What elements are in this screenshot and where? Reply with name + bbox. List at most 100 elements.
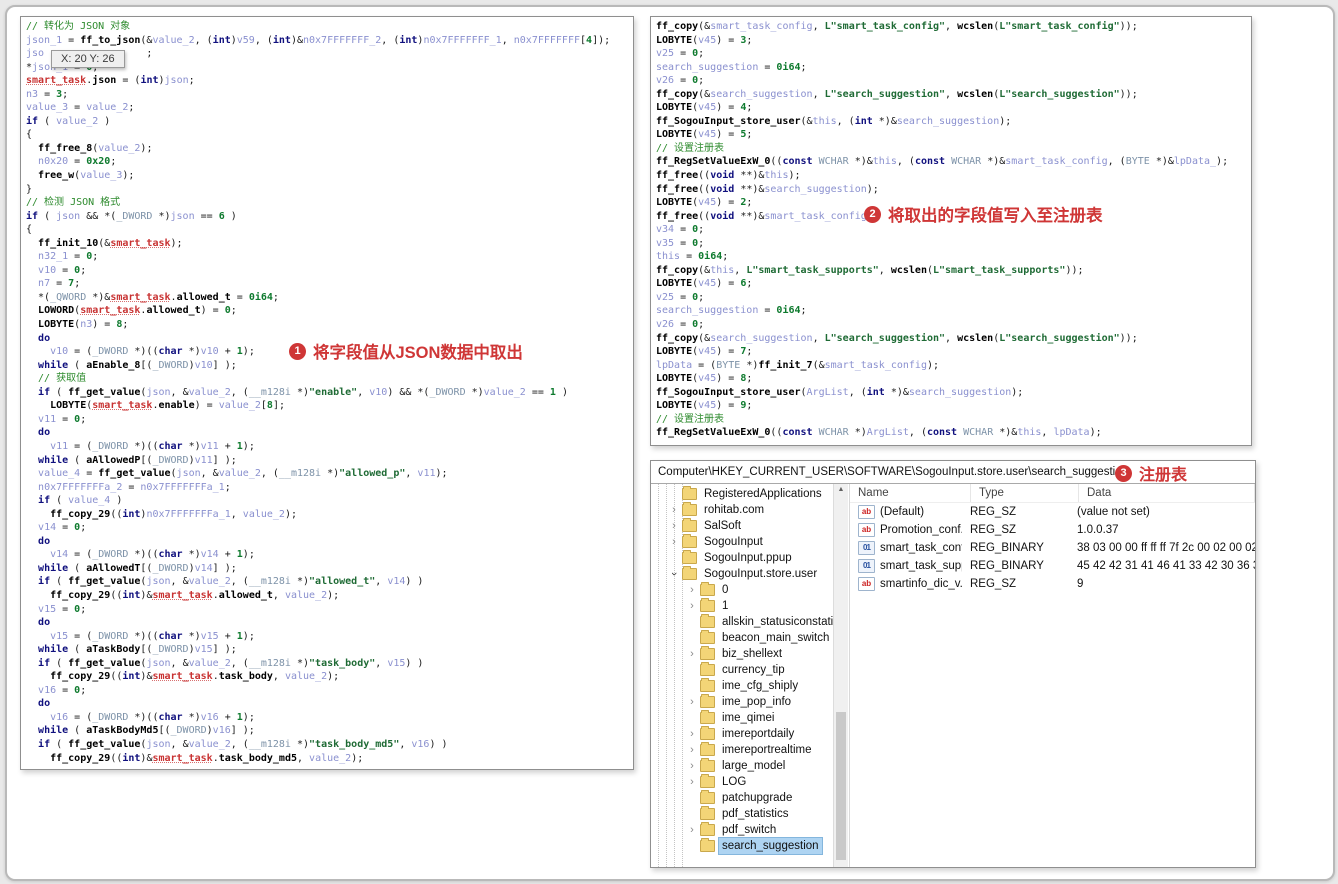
annotation-3-badge: 3 xyxy=(1115,464,1132,482)
reg-binary-icon: 01 xyxy=(858,559,875,573)
pseudocode-left[interactable]: // 转化为 JSON 对象 json_1 = ff_to_json(&value… xyxy=(21,17,633,765)
tree-item-RegisteredApplications[interactable]: RegisteredApplications xyxy=(651,486,848,502)
registry-body: RegisteredApplications › rohitab.com › SalSo… xyxy=(651,484,1255,867)
tree-item-SogouInput[interactable]: › SogouInput xyxy=(651,534,848,550)
code-line: LOBYTE(v45) = 8; xyxy=(656,373,753,385)
code-line: // 设置注册表 xyxy=(656,142,725,154)
tree-item-ime_pop_info[interactable]: › ime_pop_info xyxy=(651,694,848,710)
code-line: n0x20 = 0x20; xyxy=(38,156,117,168)
code-line: v14 = 0; xyxy=(38,522,87,534)
code-line: ff_copy_29((int)&smart_task.task_body, v… xyxy=(50,671,340,683)
code-line: LOBYTE(v45) = 5; xyxy=(656,129,753,141)
annotation-2: 2 将取出的字段值写入至注册表 xyxy=(864,202,1103,226)
tree-item-allskin_statusiconstatis[interactable]: allskin_statusiconstatis xyxy=(651,614,848,630)
tree-item-SalSoft[interactable]: › SalSoft xyxy=(651,518,848,534)
tree-item-pdf_statistics[interactable]: pdf_statistics xyxy=(651,806,848,822)
folder-icon xyxy=(700,726,715,740)
registry-value-row[interactable]: 01smart_task_supp...REG_BINARY45 42 42 3… xyxy=(850,557,1255,575)
code-line: // 设置注册表 xyxy=(656,413,725,425)
tree-item-SogouInput.store.user[interactable]: › SogouInput.store.user xyxy=(651,566,848,582)
coordinate-tooltip: X: 20 Y: 26 xyxy=(51,50,125,68)
code-line: v16 = (_DWORD *)((char *)v16 + 1); xyxy=(50,711,255,723)
code-line: this = 0i64; xyxy=(656,251,729,263)
code-line: LOBYTE(v45) = 6; xyxy=(656,278,753,290)
code-line: n0x7FFFFFFFa_2 = n0x7FFFFFFFa_1; xyxy=(38,481,231,493)
tree-item-currency_tip[interactable]: currency_tip xyxy=(651,662,848,678)
tree-item-ime_cfg_shiply[interactable]: ime_cfg_shiply xyxy=(651,678,848,694)
annotation-3-text: 注册表 xyxy=(1139,467,1188,484)
chevron-collapsed-icon[interactable]: › xyxy=(687,726,697,742)
folder-icon xyxy=(700,758,715,772)
decompiler-panel-right[interactable]: ff_copy(&smart_task_config, L"smart_task… xyxy=(650,16,1252,446)
code-line: if ( ff_get_value(json, &value_2, (__m12… xyxy=(38,738,448,750)
registry-value-row[interactable]: 01smart_task_configREG_BINARY38 03 00 00… xyxy=(850,539,1255,557)
chevron-collapsed-icon[interactable]: › xyxy=(687,742,697,758)
scroll-up-icon[interactable]: ▲ xyxy=(834,486,848,493)
tree-item-imereportrealtime[interactable]: › imereportrealtime xyxy=(651,742,848,758)
chevron-collapsed-icon[interactable]: › xyxy=(687,774,697,790)
folder-icon xyxy=(700,630,715,644)
code-line: value_3 = value_2; xyxy=(26,102,135,114)
tree-item-large_model[interactable]: › large_model xyxy=(651,758,848,774)
tree-scrollbar[interactable]: ▲ xyxy=(833,484,848,867)
chevron-collapsed-icon[interactable]: › xyxy=(669,502,679,518)
code-line: LOBYTE(v45) = 4; xyxy=(656,102,753,114)
scrollbar-thumb[interactable] xyxy=(836,712,846,860)
folder-icon xyxy=(700,678,715,692)
code-line: v15 = 0; xyxy=(38,603,87,615)
chevron-collapsed-icon[interactable]: › xyxy=(687,582,697,598)
chevron-collapsed-icon[interactable]: › xyxy=(687,646,697,662)
tree-item-SogouInput.ppup[interactable]: SogouInput.ppup xyxy=(651,550,848,566)
column-header-name[interactable]: Name xyxy=(850,484,971,502)
chevron-collapsed-icon[interactable]: › xyxy=(669,518,679,534)
code-line: ff_copy(&smart_task_config, L"smart_task… xyxy=(656,21,1138,32)
code-line: if ( json && *(_DWORD *)json == 6 ) xyxy=(26,210,237,222)
tree-item-rohitab.com[interactable]: › rohitab.com xyxy=(651,502,848,518)
code-line: v11 = (_DWORD *)((char *)v11 + 1); xyxy=(50,440,255,452)
chevron-collapsed-icon[interactable]: › xyxy=(687,598,697,614)
column-header-type[interactable]: Type xyxy=(971,484,1079,502)
code-line: if ( ff_get_value(json, &value_2, (__m12… xyxy=(38,657,424,669)
tree-item-1[interactable]: › 1 xyxy=(651,598,848,614)
code-line: v15 = (_DWORD *)((char *)v15 + 1); xyxy=(50,630,255,642)
folder-icon xyxy=(700,806,715,820)
tree-item-pdf_switch[interactable]: › pdf_switch xyxy=(651,822,848,838)
chevron-collapsed-icon[interactable]: › xyxy=(687,758,697,774)
registry-editor-window: Computer\HKEY_CURRENT_USER\SOFTWARE\Sogo… xyxy=(650,460,1256,868)
registry-value-row[interactable]: ab (Default) REG_SZ (value not set) xyxy=(850,503,1255,521)
chevron-collapsed-icon[interactable]: › xyxy=(687,694,697,710)
chevron-collapsed-icon[interactable]: › xyxy=(687,822,697,838)
chevron-collapsed-icon[interactable]: › xyxy=(669,534,679,550)
registry-values-pane: Name Type Data ab (Default) REG_SZ (value n… xyxy=(849,484,1255,867)
registry-key-tree[interactable]: RegisteredApplications › rohitab.com › SalSo… xyxy=(651,484,848,867)
values-header[interactable]: Name Type Data xyxy=(850,484,1255,503)
folder-icon xyxy=(682,534,697,548)
tree-item-ime_qimei[interactable]: ime_qimei xyxy=(651,710,848,726)
column-header-data[interactable]: Data xyxy=(1079,484,1255,502)
decompiler-panel-left[interactable]: // 转化为 JSON 对象 json_1 = ff_to_json(&value… xyxy=(20,16,634,770)
folder-icon xyxy=(700,598,715,612)
code-line: ff_SogouInput_store_user(ArgList, (int *… xyxy=(656,386,1024,398)
code-line: LOBYTE(v45) = 7; xyxy=(656,346,753,358)
code-line: // 转化为 JSON 对象 xyxy=(26,21,131,32)
code-line: smart_task.json = (int)json; xyxy=(26,75,195,87)
code-line: do xyxy=(38,427,51,439)
registry-value-row[interactable]: ab smartinfo_dic_v... REG_SZ 9 xyxy=(850,575,1255,593)
annotation-3: 3 注册表 xyxy=(1115,461,1187,485)
tree-item-LOG[interactable]: › LOG xyxy=(651,774,848,790)
pseudocode-right[interactable]: ff_copy(&smart_task_config, L"smart_task… xyxy=(651,17,1251,440)
code-line: ff_SogouInput_store_user(&this, (int *)&… xyxy=(656,115,1012,127)
tree-item-imereportdaily[interactable]: › imereportdaily xyxy=(651,726,848,742)
code-line: n7 = 7; xyxy=(38,278,81,290)
tree-item-beacon_main_switch[interactable]: beacon_main_switch xyxy=(651,630,848,646)
tree-item-patchupgrade[interactable]: patchupgrade xyxy=(651,790,848,806)
tree-item-biz_shellext[interactable]: › biz_shellext xyxy=(651,646,848,662)
tree-item-0[interactable]: › 0 xyxy=(651,582,848,598)
code-line: search_suggestion = 0i64; xyxy=(656,61,807,73)
folder-icon xyxy=(700,774,715,788)
registry-value-row[interactable]: ab Promotion_conf... REG_SZ 1.0.0.37 xyxy=(850,521,1255,539)
code-line: ff_free_8(value_2); xyxy=(38,142,153,154)
chevron-expanded-icon[interactable]: › xyxy=(666,569,682,579)
tree-item-search_suggestion[interactable]: search_suggestion xyxy=(651,837,848,855)
annotation-2-text: 将取出的字段值写入至注册表 xyxy=(888,207,1103,225)
